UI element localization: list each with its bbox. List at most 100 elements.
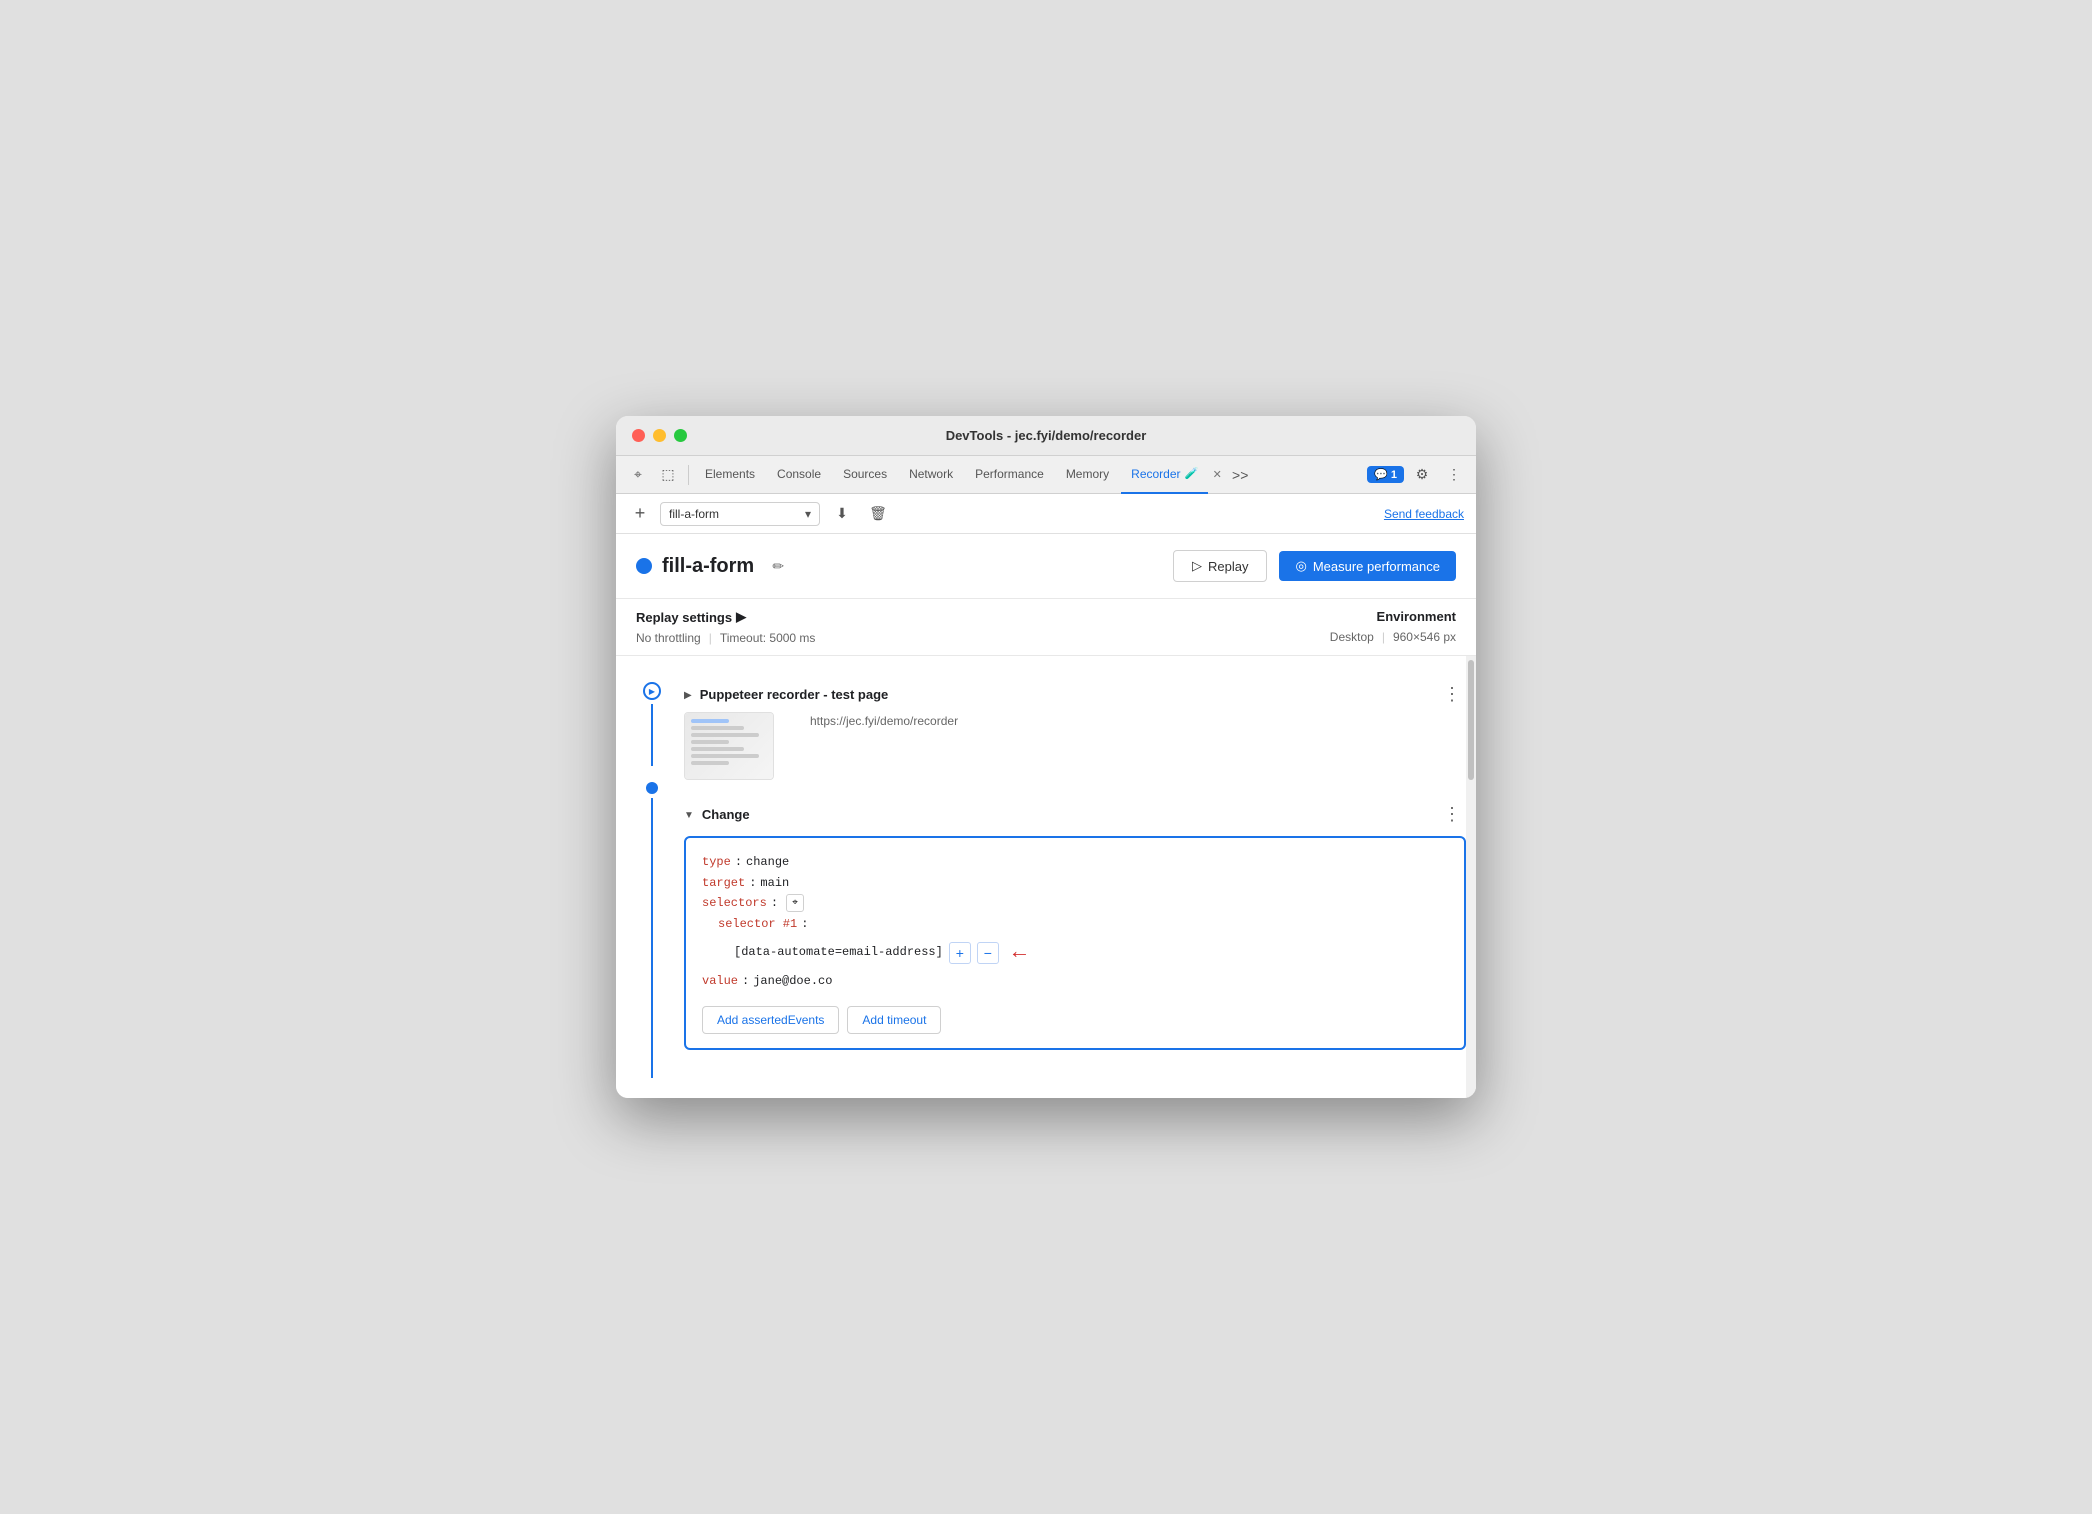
recording-actions: ▷ Replay ◎ Measure performance bbox=[1173, 550, 1456, 582]
devtools-right-icons: 💬 1 ⚙ ⋮ bbox=[1367, 461, 1468, 489]
inspect-element-icon[interactable]: ⌖ bbox=[624, 461, 652, 489]
timeline: ▶ bbox=[636, 672, 668, 1081]
step-2-header-left: Change bbox=[684, 807, 750, 822]
thumb-line-7 bbox=[691, 761, 729, 765]
recorder-toolbar: + fill-a-form ▾ ⬇ 🗑 Send feedback bbox=[616, 494, 1476, 534]
delete-recording-icon[interactable]: 🗑 bbox=[864, 500, 892, 528]
thumb-line-1 bbox=[691, 719, 729, 723]
thumb-line-5 bbox=[691, 747, 744, 751]
add-asserted-events-button[interactable]: Add assertedEvents bbox=[702, 1006, 839, 1034]
export-recording-icon[interactable]: ⬇ bbox=[828, 500, 856, 528]
scrollbar-track[interactable] bbox=[1466, 656, 1476, 1097]
devtools-window: DevTools - jec.fyi/demo/recorder ⌖ ⬚ Ele… bbox=[616, 416, 1476, 1097]
close-button[interactable] bbox=[632, 429, 645, 442]
step-2-more-button[interactable]: ⋮ bbox=[1438, 800, 1466, 828]
selector-remove-button[interactable]: − bbox=[977, 942, 999, 964]
maximize-button[interactable] bbox=[674, 429, 687, 442]
tab-recorder[interactable]: Recorder 🧪 bbox=[1121, 456, 1208, 494]
device-toolbar-icon[interactable]: ⬚ bbox=[654, 461, 682, 489]
window-title: DevTools - jec.fyi/demo/recorder bbox=[946, 428, 1147, 443]
recorder-flask-icon: 🧪 bbox=[1185, 467, 1199, 480]
replay-settings-expand-icon[interactable]: ▶ bbox=[736, 609, 746, 625]
value-key: value bbox=[702, 971, 738, 991]
send-feedback-button[interactable]: Send feedback bbox=[1384, 507, 1464, 521]
replay-button[interactable]: ▷ Replay bbox=[1173, 550, 1267, 582]
code-selector-val-line: [data-automate=email-address] + − ← bbox=[702, 934, 1448, 971]
target-val: main bbox=[760, 873, 789, 893]
settings-gear-icon[interactable]: ⚙ bbox=[1408, 461, 1436, 489]
replay-settings-label: Replay settings bbox=[636, 610, 732, 625]
chevron-down-icon: ▾ bbox=[805, 507, 811, 521]
settings-separator: | bbox=[709, 631, 712, 645]
thumb-line-2 bbox=[691, 726, 744, 730]
type-val: change bbox=[746, 852, 789, 872]
step-1-header-left: Puppeteer recorder - test page bbox=[684, 687, 888, 702]
selector-picker-icon[interactable]: ⌖ bbox=[786, 894, 804, 912]
traffic-lights bbox=[632, 429, 687, 442]
desktop-label: Desktop bbox=[1330, 630, 1374, 644]
selector-add-button[interactable]: + bbox=[949, 942, 971, 964]
recording-status-dot bbox=[636, 558, 652, 574]
thumb-line-3 bbox=[691, 733, 759, 737]
step-2-title: Change bbox=[702, 807, 750, 822]
chat-badge[interactable]: 💬 1 bbox=[1367, 466, 1404, 483]
step-1-header: Puppeteer recorder - test page ⋮ bbox=[684, 676, 1466, 712]
environment-label: Environment bbox=[1330, 609, 1456, 624]
code-target-line: target : main bbox=[702, 873, 1448, 893]
step-1-url: https://jec.fyi/demo/recorder bbox=[786, 714, 958, 728]
chat-icon: 💬 bbox=[1374, 468, 1388, 481]
recorder-tab-close-icon[interactable]: ✕ bbox=[1210, 468, 1224, 482]
more-options-icon[interactable]: ⋮ bbox=[1440, 461, 1468, 489]
tab-memory[interactable]: Memory bbox=[1056, 456, 1119, 494]
title-bar: DevTools - jec.fyi/demo/recorder bbox=[616, 416, 1476, 456]
tab-sources[interactable]: Sources bbox=[833, 456, 897, 494]
selectors-key: selectors bbox=[702, 893, 767, 913]
step-1-title: Puppeteer recorder - test page bbox=[700, 687, 889, 702]
step-item-1: Puppeteer recorder - test page ⋮ bbox=[684, 676, 1466, 780]
step-1-url-area: https://jec.fyi/demo/recorder bbox=[786, 712, 958, 728]
step-1-expand-button[interactable] bbox=[684, 687, 692, 701]
selectors-colon: : bbox=[771, 893, 778, 913]
tab-performance[interactable]: Performance bbox=[965, 456, 1054, 494]
play-icon: ▷ bbox=[1192, 558, 1202, 574]
step-1-details: https://jec.fyi/demo/recorder bbox=[684, 712, 1466, 780]
add-recording-button[interactable]: + bbox=[628, 502, 652, 526]
scrollbar-thumb[interactable] bbox=[1468, 660, 1474, 780]
replay-label: Replay bbox=[1208, 559, 1248, 574]
recorder-tab-label: Recorder bbox=[1131, 467, 1180, 481]
measure-performance-button[interactable]: ◎ Measure performance bbox=[1279, 551, 1456, 581]
step-1-thumbnail bbox=[684, 712, 774, 780]
steps-area: ▶ bbox=[616, 656, 1466, 1097]
code-value-line: value : jane@doe.co bbox=[702, 971, 1448, 991]
thumb-line-6 bbox=[691, 754, 759, 758]
red-arrow-icon: ← bbox=[1013, 934, 1026, 971]
code-selector-num-line: selector #1 : bbox=[702, 914, 1448, 934]
type-colon: : bbox=[735, 852, 742, 872]
steps-with-timeline: ▶ bbox=[616, 672, 1466, 1081]
tab-elements[interactable]: Elements bbox=[695, 456, 765, 494]
code-selectors-line: selectors : ⌖ bbox=[702, 893, 1448, 913]
tab-separator bbox=[688, 465, 689, 485]
value-colon: : bbox=[742, 971, 749, 991]
selector-val: [data-automate=email-address] bbox=[734, 942, 943, 962]
edit-recording-name-button[interactable]: ✏ bbox=[764, 552, 792, 580]
target-key: target bbox=[702, 873, 745, 893]
tab-console[interactable]: Console bbox=[767, 456, 831, 494]
devtools-tabs-bar: ⌖ ⬚ Elements Console Sources Network Per… bbox=[616, 456, 1476, 494]
code-type-line: type : change bbox=[702, 852, 1448, 872]
more-tabs-icon[interactable]: >> bbox=[1226, 461, 1254, 489]
step-2-header: Change ⋮ bbox=[684, 796, 1466, 832]
target-colon: : bbox=[749, 873, 756, 893]
recording-title-area: fill-a-form ✏ bbox=[636, 552, 1173, 580]
tab-network[interactable]: Network bbox=[899, 456, 963, 494]
environment-settings: Environment Desktop | 960×546 px bbox=[1330, 609, 1456, 644]
recording-title: fill-a-form bbox=[662, 555, 754, 578]
step-2-expand-button[interactable] bbox=[684, 807, 694, 821]
step-2-code-block: type : change target : main bbox=[684, 836, 1466, 1049]
step-2-chevron-icon bbox=[684, 807, 694, 821]
recording-selector[interactable]: fill-a-form ▾ bbox=[660, 502, 820, 526]
env-separator: | bbox=[1382, 630, 1385, 644]
step-1-more-button[interactable]: ⋮ bbox=[1438, 680, 1466, 708]
add-timeout-button[interactable]: Add timeout bbox=[847, 1006, 941, 1034]
minimize-button[interactable] bbox=[653, 429, 666, 442]
